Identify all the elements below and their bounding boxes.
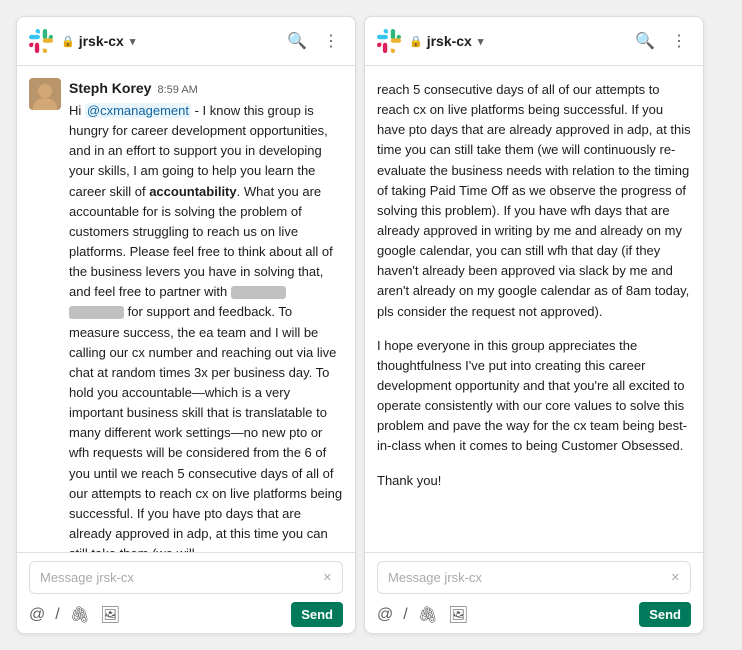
right-at-icon[interactable]: @ bbox=[377, 606, 393, 624]
right-panel-body: reach 5 consecutive days of all of our a… bbox=[365, 66, 703, 552]
right-search-icon[interactable]: 🔍 bbox=[631, 27, 659, 55]
redacted-2 bbox=[69, 306, 124, 319]
bold-text: accountability bbox=[149, 184, 236, 199]
left-channel-title: 🔒 jrsk-cx ▾ bbox=[61, 33, 283, 49]
continuation-text: reach 5 consecutive days of all of our a… bbox=[377, 78, 691, 322]
right-message-input[interactable]: Message jrsk-cx ✕ bbox=[377, 561, 691, 594]
channel-chevron-icon[interactable]: ▾ bbox=[130, 35, 136, 48]
left-panel: 🔒 jrsk-cx ▾ 🔍 ⋮ bbox=[16, 16, 356, 634]
paragraph-3: Thank you! bbox=[377, 469, 691, 491]
image-icon[interactable]: 🖼 bbox=[100, 605, 120, 625]
right-attachment-icon[interactable]: 🖇 bbox=[418, 605, 438, 625]
app-container: 🔒 jrsk-cx ▾ 🔍 ⋮ bbox=[0, 0, 742, 650]
left-send-button[interactable]: Send bbox=[291, 602, 343, 627]
right-input-x-icon: ✕ bbox=[671, 571, 680, 584]
right-channel-name[interactable]: jrsk-cx bbox=[427, 33, 472, 49]
right-slash-icon[interactable]: / bbox=[403, 606, 407, 624]
left-input-placeholder: Message jrsk-cx bbox=[40, 570, 134, 585]
left-header: 🔒 jrsk-cx ▾ 🔍 ⋮ bbox=[17, 17, 355, 66]
timestamp: 8:59 AM bbox=[157, 82, 197, 99]
sender-name: Steph Korey bbox=[69, 78, 151, 99]
right-channel-chevron-icon[interactable]: ▾ bbox=[478, 35, 484, 48]
mention: @cxmanagement bbox=[85, 103, 191, 118]
right-more-icon[interactable]: ⋮ bbox=[667, 27, 691, 55]
slash-icon[interactable]: / bbox=[55, 606, 59, 624]
right-input-area: Message jrsk-cx ✕ @ / 🖇 🖼 Send bbox=[365, 552, 703, 633]
attachment-icon[interactable]: 🖇 bbox=[70, 605, 90, 625]
left-panel-body: Steph Korey 8:59 AM Hi @cxmanagement - I… bbox=[17, 66, 355, 552]
slack-logo-right bbox=[377, 29, 401, 53]
input-x-icon: ✕ bbox=[323, 571, 332, 584]
paragraph-2: I hope everyone in this group appreciate… bbox=[377, 334, 691, 457]
more-icon[interactable]: ⋮ bbox=[319, 27, 343, 55]
avatar bbox=[29, 78, 61, 110]
right-channel-title: 🔒 jrsk-cx ▾ bbox=[409, 33, 631, 49]
right-header-actions: 🔍 ⋮ bbox=[631, 27, 691, 55]
left-channel-name[interactable]: jrsk-cx bbox=[79, 33, 124, 49]
left-header-actions: 🔍 ⋮ bbox=[283, 27, 343, 55]
right-header: 🔒 jrsk-cx ▾ 🔍 ⋮ bbox=[365, 17, 703, 66]
left-message-input[interactable]: Message jrsk-cx ✕ bbox=[29, 561, 343, 594]
right-send-button[interactable]: Send bbox=[639, 602, 691, 627]
left-input-area: Message jrsk-cx ✕ @ / 🖇 🖼 Send bbox=[17, 552, 355, 633]
search-icon[interactable]: 🔍 bbox=[283, 27, 311, 55]
lock-icon: 🔒 bbox=[61, 35, 75, 48]
right-image-icon[interactable]: 🖼 bbox=[448, 605, 468, 625]
right-toolbar: @ / 🖇 🖼 Send bbox=[377, 600, 691, 629]
message-text: Hi @cxmanagement - I know this group is … bbox=[69, 101, 343, 552]
lock-icon-right: 🔒 bbox=[409, 35, 423, 48]
right-panel: 🔒 jrsk-cx ▾ 🔍 ⋮ reach 5 consecutive days… bbox=[364, 16, 704, 634]
redacted-1 bbox=[231, 286, 286, 299]
right-input-placeholder: Message jrsk-cx bbox=[388, 570, 482, 585]
message-header: Steph Korey 8:59 AM bbox=[69, 78, 343, 99]
left-toolbar: @ / 🖇 🖼 Send bbox=[29, 600, 343, 629]
message-row: Steph Korey 8:59 AM Hi @cxmanagement - I… bbox=[29, 78, 343, 552]
at-icon[interactable]: @ bbox=[29, 606, 45, 624]
slack-logo bbox=[29, 29, 53, 53]
message-content: Steph Korey 8:59 AM Hi @cxmanagement - I… bbox=[69, 78, 343, 552]
